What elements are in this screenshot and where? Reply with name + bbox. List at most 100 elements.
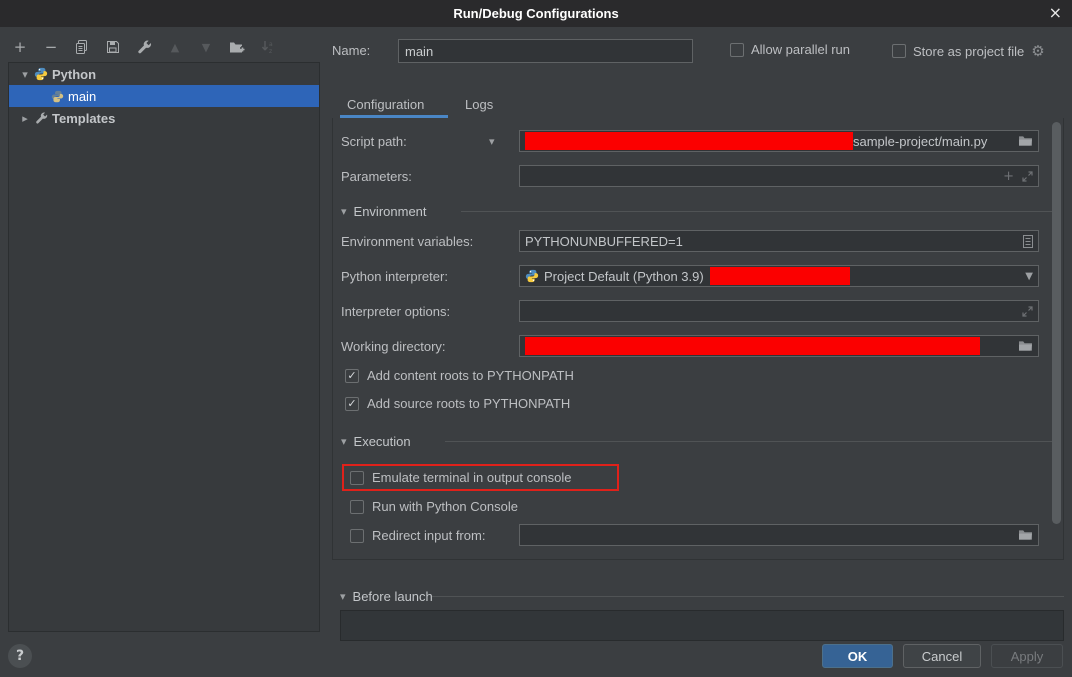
python-interpreter-label: Python interpreter:: [341, 269, 448, 284]
chevron-right-icon[interactable]: ▸: [17, 112, 33, 125]
add-source-roots-label: Add source roots to PYTHONPATH: [367, 396, 570, 411]
configuration-panel: Script path: ▾ sample-project/main.py Pa…: [332, 118, 1064, 560]
redirect-input-label: Redirect input from:: [372, 528, 485, 543]
vertical-scrollbar[interactable]: [1052, 122, 1061, 524]
dialog-titlebar: Run/Debug Configurations ×: [0, 0, 1072, 27]
checkbox-icon[interactable]: [350, 529, 364, 543]
environment-section-header[interactable]: ▾ Environment: [341, 204, 427, 219]
name-label: Name:: [332, 43, 370, 58]
edit-variables-icon[interactable]: [1023, 235, 1033, 248]
store-as-project-file-label: Store as project file: [913, 44, 1024, 59]
checkbox-checked-icon[interactable]: ✓: [345, 397, 359, 411]
script-path-dropdown-icon[interactable]: ▾: [489, 135, 495, 148]
redacted-path-segment: [525, 337, 980, 355]
tree-item-label: Templates: [52, 111, 115, 126]
wrench-icon: [33, 110, 49, 126]
interpreter-options-field[interactable]: [519, 300, 1039, 322]
tree-item-label: Python: [52, 67, 96, 82]
checkbox-checked-icon[interactable]: ✓: [345, 369, 359, 383]
execution-section-label: Execution: [354, 434, 411, 449]
collapse-icon[interactable]: ▾: [340, 590, 346, 603]
add-content-roots-checkbox[interactable]: ✓ Add content roots to PYTHONPATH: [345, 368, 574, 383]
add-configuration-icon[interactable]: +: [12, 39, 28, 55]
svg-text:a: a: [269, 41, 273, 48]
before-launch-label: Before launch: [353, 589, 433, 604]
edit-templates-icon[interactable]: [136, 39, 152, 55]
expand-field-icon[interactable]: [1022, 171, 1033, 182]
python-interpreter-select[interactable]: Project Default (Python 3.9) ▼: [519, 265, 1039, 287]
script-path-value: sample-project/main.py: [853, 134, 987, 149]
working-directory-label: Working directory:: [341, 339, 446, 354]
before-launch-task-list[interactable]: [340, 610, 1064, 641]
emulate-terminal-checkbox[interactable]: Emulate terminal in output console: [350, 470, 571, 485]
environment-variables-value: PYTHONUNBUFFERED=1: [525, 234, 683, 249]
working-directory-field[interactable]: [519, 335, 1039, 357]
allow-parallel-run-checkbox[interactable]: Allow parallel run: [730, 42, 850, 57]
move-up-icon: ▲: [167, 39, 183, 55]
run-python-console-label: Run with Python Console: [372, 499, 518, 514]
close-icon[interactable]: ×: [1049, 3, 1062, 22]
script-path-label: Script path:: [341, 134, 407, 149]
configurations-toolbar: + − ▲ ▼ az: [12, 35, 276, 59]
collapse-icon[interactable]: ▾: [341, 435, 347, 448]
python-icon: [33, 66, 49, 82]
environment-section-label: Environment: [354, 204, 427, 219]
section-divider: [461, 211, 1057, 212]
python-icon: [49, 88, 65, 104]
help-button[interactable]: ?: [8, 644, 32, 668]
cancel-button[interactable]: Cancel: [903, 644, 981, 668]
browse-folder-icon[interactable]: [1018, 529, 1033, 541]
browse-folder-icon[interactable]: [1018, 135, 1033, 147]
browse-folder-icon[interactable]: [1018, 340, 1033, 352]
expand-field-icon[interactable]: [1022, 306, 1033, 317]
remove-configuration-icon[interactable]: −: [43, 39, 59, 55]
checkbox-icon[interactable]: [350, 500, 364, 514]
parameters-field[interactable]: +: [519, 165, 1039, 187]
environment-variables-label: Environment variables:: [341, 234, 473, 249]
ok-button[interactable]: OK: [822, 644, 893, 668]
chevron-down-icon[interactable]: ▾: [17, 68, 33, 81]
redacted-path-segment: [525, 132, 853, 150]
add-macro-icon[interactable]: +: [1003, 169, 1014, 184]
tree-item-label: main: [68, 89, 96, 104]
allow-parallel-run-label: Allow parallel run: [751, 42, 850, 57]
save-configuration-icon[interactable]: [105, 39, 121, 55]
checkbox-icon[interactable]: [730, 43, 744, 57]
execution-section-header[interactable]: ▾ Execution: [341, 434, 411, 449]
tree-item-python[interactable]: ▾ Python: [9, 63, 319, 85]
tab-logs[interactable]: Logs: [465, 97, 493, 112]
add-content-roots-label: Add content roots to PYTHONPATH: [367, 368, 574, 383]
svg-text:z: z: [269, 48, 272, 54]
script-path-field[interactable]: sample-project/main.py: [519, 130, 1039, 152]
collapse-icon[interactable]: ▾: [341, 205, 347, 218]
emulate-terminal-label: Emulate terminal in output console: [372, 470, 571, 485]
run-python-console-checkbox[interactable]: Run with Python Console: [350, 499, 518, 514]
add-source-roots-checkbox[interactable]: ✓ Add source roots to PYTHONPATH: [345, 396, 570, 411]
section-divider: [432, 596, 1064, 597]
before-launch-section-header[interactable]: ▾ Before launch: [340, 589, 433, 604]
parameters-label: Parameters:: [341, 169, 412, 184]
copy-configuration-icon[interactable]: [74, 39, 90, 55]
tree-item-main[interactable]: main: [9, 85, 319, 107]
checkbox-icon[interactable]: [892, 44, 906, 58]
sort-configurations-icon: az: [260, 39, 276, 55]
environment-variables-field[interactable]: PYTHONUNBUFFERED=1: [519, 230, 1039, 252]
redirect-input-field[interactable]: [519, 524, 1039, 546]
python-icon: [525, 269, 539, 283]
apply-button[interactable]: Apply: [991, 644, 1063, 668]
configurations-tree: ▾ Python main ▸ Templates: [8, 62, 320, 632]
new-folder-icon[interactable]: [229, 39, 245, 55]
name-input[interactable]: [398, 39, 693, 63]
dialog-title: Run/Debug Configurations: [453, 6, 618, 21]
dropdown-arrow-icon[interactable]: ▼: [1025, 271, 1033, 282]
gear-icon[interactable]: ⚙: [1031, 42, 1044, 60]
redacted-interpreter-segment: [710, 267, 850, 285]
store-as-project-file-checkbox[interactable]: Store as project file ⚙: [892, 42, 1045, 60]
checkbox-icon[interactable]: [350, 471, 364, 485]
tab-configuration[interactable]: Configuration: [347, 97, 424, 112]
move-down-icon: ▼: [198, 39, 214, 55]
redirect-input-checkbox[interactable]: Redirect input from:: [350, 528, 485, 543]
section-divider: [445, 441, 1057, 442]
tree-item-templates[interactable]: ▸ Templates: [9, 107, 319, 129]
interpreter-options-label: Interpreter options:: [341, 304, 450, 319]
